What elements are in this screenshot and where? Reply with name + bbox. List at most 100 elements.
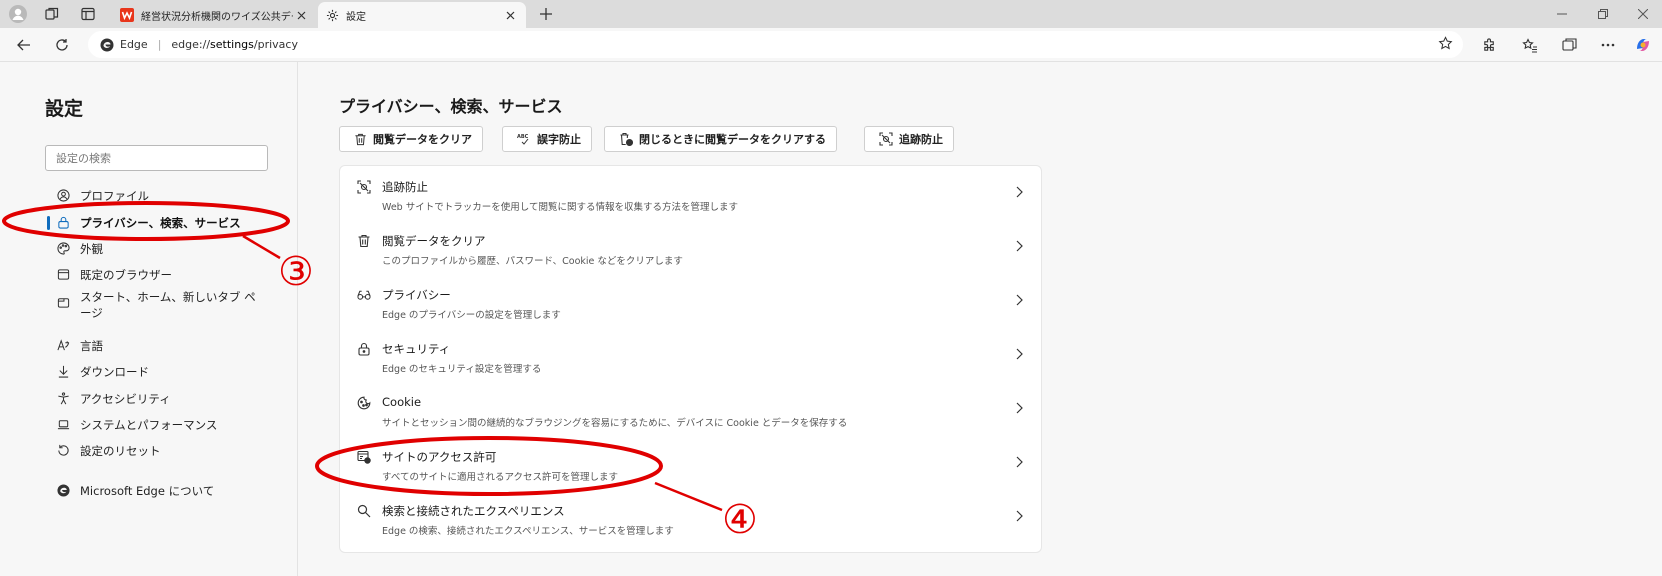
address-bar[interactable]: Edge | edge://settings/privacy bbox=[88, 31, 1463, 58]
tab-actions-button[interactable] bbox=[76, 3, 100, 25]
tab-title: 設定 bbox=[346, 11, 366, 23]
clear-on-close-button[interactable]: 閉じるときに閲覧データをクリアする bbox=[604, 126, 837, 152]
tab-ys-public[interactable]: 経営状況分析機関のワイズ公共デー bbox=[112, 2, 317, 28]
sidebar-item-start-home[interactable]: スタート、ホーム、新しいタブ ページ bbox=[56, 289, 276, 321]
lock-icon bbox=[56, 215, 70, 229]
sidebar-item-label: Microsoft Edge について bbox=[80, 484, 215, 498]
sidebar-item-label: 言語 bbox=[80, 339, 103, 353]
collections-button[interactable] bbox=[1558, 35, 1580, 55]
button-label: 閉じるときに閲覧データをクリアする bbox=[639, 133, 826, 146]
more-options-button[interactable] bbox=[1597, 35, 1619, 55]
sidebar-item-system[interactable]: システムとパフォーマンス bbox=[56, 417, 276, 433]
sidebar-item-downloads[interactable]: ダウンロード bbox=[56, 364, 276, 380]
chevron-right-icon bbox=[1016, 507, 1023, 526]
accessibility-icon bbox=[56, 391, 70, 405]
reset-icon bbox=[56, 443, 70, 457]
plus-icon bbox=[540, 8, 552, 20]
favorites-button[interactable] bbox=[1519, 35, 1541, 55]
appearance-icon bbox=[56, 241, 70, 255]
copilot-button[interactable] bbox=[1632, 35, 1654, 55]
edge-logo-icon bbox=[100, 38, 114, 52]
sidebar-item-appearance[interactable]: 外観 bbox=[56, 241, 276, 257]
workspaces-icon bbox=[45, 7, 59, 21]
sidebar-item-label: ダウンロード bbox=[80, 365, 149, 379]
settings-row-cookie[interactable]: Cookie サイトとセッション間の継続的なブラウジングを容易にするために、デバ… bbox=[340, 382, 1043, 436]
settings-row-clear-data[interactable]: 閲覧データをクリア このプロファイルから履歴、パスワード、Cookie などをク… bbox=[340, 220, 1043, 274]
chevron-right-icon bbox=[1016, 183, 1023, 202]
tracking-icon bbox=[357, 180, 371, 194]
sidebar-item-language[interactable]: 言語 bbox=[56, 338, 276, 354]
sidebar-item-label: アクセシビリティ bbox=[80, 392, 171, 406]
profile-avatar-button[interactable] bbox=[6, 3, 30, 25]
spellcheck-button[interactable]: ABC 誤字防止 bbox=[502, 126, 592, 152]
puzzle-icon bbox=[1482, 37, 1497, 53]
lock-icon bbox=[357, 342, 371, 356]
tab-title: 経営状況分析機関のワイズ公共デー bbox=[141, 11, 293, 23]
restore-button[interactable] bbox=[1588, 4, 1618, 24]
row-description: Edge の検索、接続されたエクスペリエンス、サービスを管理します bbox=[382, 526, 674, 537]
back-arrow-icon bbox=[17, 39, 31, 51]
sidebar-item-accessibility[interactable]: アクセシビリティ bbox=[56, 391, 276, 407]
chevron-right-icon bbox=[1016, 345, 1023, 364]
sidebar-item-reset[interactable]: 設定のリセット bbox=[56, 443, 276, 459]
settings-row-privacy[interactable]: プライバシー Edge のプライバシーの設定を管理します bbox=[340, 274, 1043, 328]
sidebar-title: 設定 bbox=[45, 98, 84, 120]
chevron-right-icon bbox=[1016, 291, 1023, 310]
minimize-icon bbox=[1557, 13, 1567, 15]
workspaces-button[interactable] bbox=[40, 3, 64, 25]
sidebar-item-label: プロファイル bbox=[80, 189, 149, 203]
row-description: このプロファイルから履歴、パスワード、Cookie などをクリアします bbox=[382, 256, 683, 267]
close-tab-button[interactable] bbox=[293, 7, 309, 23]
row-title: Cookie bbox=[382, 395, 422, 409]
back-button[interactable] bbox=[12, 34, 36, 56]
chevron-right-icon bbox=[1016, 237, 1023, 256]
row-description: Edge のセキュリティ設定を管理する bbox=[382, 364, 542, 375]
refresh-button[interactable] bbox=[50, 34, 74, 56]
address-url: edge://settings/privacy bbox=[171, 38, 298, 51]
vertical-tabs-icon bbox=[81, 7, 95, 21]
search-icon bbox=[357, 504, 371, 518]
row-title: サイトのアクセス許可 bbox=[382, 450, 497, 464]
row-title: 追跡防止 bbox=[382, 180, 428, 194]
tracking-prevention-button[interactable]: 追跡防止 bbox=[864, 126, 954, 152]
trash-icon bbox=[357, 234, 371, 248]
toolbar: Edge | edge://settings/privacy bbox=[0, 28, 1662, 62]
row-description: サイトとセッション間の継続的なブラウジングを容易にするために、デバイスに Coo… bbox=[382, 418, 848, 429]
sidebar-item-default-browser[interactable]: 既定のブラウザー bbox=[56, 267, 276, 283]
refresh-icon bbox=[55, 38, 69, 52]
extensions-button[interactable] bbox=[1478, 35, 1500, 55]
close-icon bbox=[1638, 9, 1648, 19]
tab-settings[interactable]: 設定 bbox=[318, 2, 526, 28]
sidebar-item-privacy[interactable]: プライバシー、検索、サービス bbox=[56, 215, 276, 231]
chevron-right-icon bbox=[1016, 453, 1023, 472]
laptop-icon bbox=[56, 417, 70, 431]
settings-search-input[interactable] bbox=[45, 145, 268, 171]
address-separator: | bbox=[157, 38, 162, 51]
browser-icon bbox=[56, 267, 70, 281]
home-tab-icon bbox=[56, 295, 70, 309]
sidebar-item-label: スタート、ホーム、新しいタブ ページ bbox=[80, 290, 256, 320]
chevron-right-icon bbox=[1016, 399, 1023, 418]
settings-row-tracking[interactable]: 追跡防止 Web サイトでトラッカーを使用して閲覧に関する情報を収集する方法を管… bbox=[340, 166, 1043, 220]
w-logo-icon bbox=[120, 8, 134, 22]
settings-row-site-permissions[interactable]: サイトのアクセス許可 すべてのサイトに適用されるアクセス許可を管理します bbox=[340, 436, 1043, 490]
gear-icon bbox=[326, 9, 339, 22]
settings-row-search-services[interactable]: 検索と接続されたエクスペリエンス Edge の検索、接続されたエクスペリエンス、… bbox=[340, 490, 1043, 544]
tab-strip: 経営状況分析機関のワイズ公共デー 設定 bbox=[0, 0, 1662, 28]
button-label: 閲覧データをクリア bbox=[373, 133, 472, 146]
trash-icon bbox=[354, 133, 367, 146]
close-window-button[interactable] bbox=[1628, 4, 1658, 24]
favorite-star-icon[interactable] bbox=[1438, 36, 1453, 51]
settings-row-security[interactable]: セキュリティ Edge のセキュリティ設定を管理する bbox=[340, 328, 1043, 382]
restore-icon bbox=[1598, 9, 1608, 19]
sidebar-item-about[interactable]: Microsoft Edge について bbox=[56, 483, 276, 499]
new-tab-button[interactable] bbox=[534, 3, 558, 25]
sidebar-item-profile[interactable]: プロファイル bbox=[56, 188, 276, 204]
minimize-button[interactable] bbox=[1547, 4, 1577, 24]
profile-icon bbox=[56, 188, 70, 202]
trash-clock-icon bbox=[619, 132, 633, 146]
row-description: Edge のプライバシーの設定を管理します bbox=[382, 310, 561, 321]
page-title: プライバシー、検索、サービス bbox=[339, 97, 563, 116]
clear-browsing-data-button[interactable]: 閲覧データをクリア bbox=[339, 126, 483, 152]
close-tab-button[interactable] bbox=[502, 7, 518, 23]
